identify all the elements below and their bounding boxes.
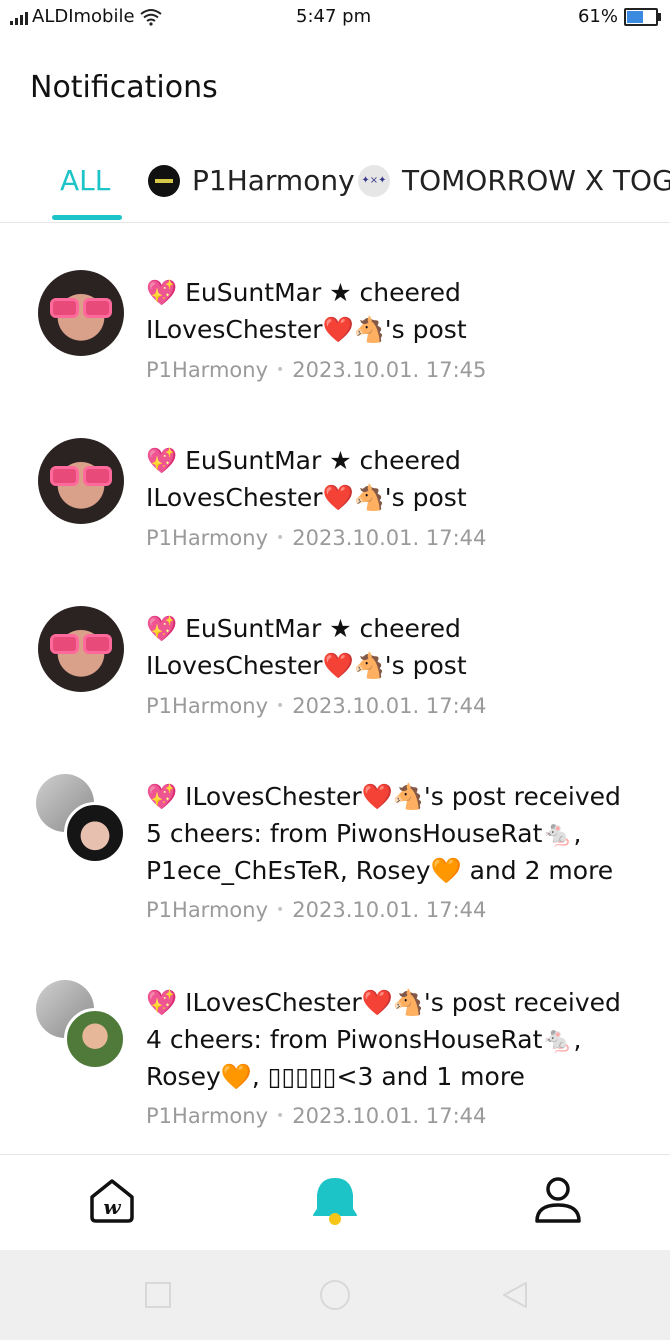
notification-timestamp: 2023.10.01. 17:44 xyxy=(292,1104,487,1128)
notification-timestamp: 2023.10.01. 17:45 xyxy=(292,358,487,382)
recent-apps-icon[interactable] xyxy=(143,1280,173,1310)
notification-source: P1Harmony xyxy=(146,898,268,922)
bell-icon xyxy=(313,1178,357,1225)
wifi-icon xyxy=(139,8,162,26)
separator-dot: • xyxy=(276,530,285,546)
notification-timestamp: 2023.10.01. 17:44 xyxy=(292,526,487,550)
notification-source: P1Harmony xyxy=(146,694,268,718)
tab-label: TOMORROW X TOG xyxy=(402,164,670,197)
avatar xyxy=(64,1008,126,1070)
clock: 5:47 pm xyxy=(296,6,372,27)
svg-text:w: w xyxy=(103,1195,121,1219)
notification-message: 💖 EuSuntMar ★ cheered ILovesChester❤️🐴's… xyxy=(146,278,469,344)
avatar xyxy=(64,802,126,864)
status-left: ALDImobile xyxy=(10,6,163,27)
notification-message: 💖 ILovesChester❤️🐴's post received 4 che… xyxy=(146,988,629,1091)
signal-icon xyxy=(10,9,28,25)
tab-label: ALL xyxy=(60,164,111,197)
notification-message: 💖 EuSuntMar ★ cheered ILovesChester❤️🐴's… xyxy=(146,614,469,680)
bottom-nav: w xyxy=(0,1154,670,1251)
separator-dot: • xyxy=(276,362,285,378)
weverse-home-icon: w xyxy=(90,1179,134,1223)
notification-source: P1Harmony xyxy=(146,526,268,550)
battery-percent: 61% xyxy=(577,6,618,27)
page-title: Notifications xyxy=(30,70,218,105)
battery-icon xyxy=(624,7,661,26)
separator-dot: • xyxy=(276,1108,285,1124)
avatar xyxy=(38,438,124,524)
home-button[interactable]: w xyxy=(86,1175,138,1227)
notification-message: 💖 ILovesChester❤️🐴's post received 5 che… xyxy=(146,782,629,885)
separator-dot: • xyxy=(276,902,285,918)
notification-meta: P1Harmony • 2023.10.01. 17:44 xyxy=(146,898,486,922)
home-key-icon[interactable] xyxy=(318,1278,352,1312)
notification-message: 💖 EuSuntMar ★ cheered ILovesChester❤️🐴's… xyxy=(146,446,469,512)
profile-icon xyxy=(535,1177,581,1223)
notification-source: P1Harmony xyxy=(146,1104,268,1128)
status-right: 61% xyxy=(577,6,661,27)
carrier-name: ALDImobile xyxy=(32,6,135,27)
tab-bar: ALL P1Harmony ✦×✦ TOMORROW X TOG xyxy=(0,150,670,223)
back-key-icon[interactable] xyxy=(500,1280,530,1310)
avatar-stack xyxy=(36,774,126,864)
p1harmony-logo-icon xyxy=(148,164,180,197)
notification-timestamp: 2023.10.01. 17:44 xyxy=(292,694,487,718)
status-bar: ALDImobile 5:47 pm 61% xyxy=(0,0,670,36)
separator-dot: • xyxy=(276,698,285,714)
notification-meta: P1Harmony • 2023.10.01. 17:45 xyxy=(146,358,486,382)
profile-button[interactable] xyxy=(532,1175,584,1227)
avatar xyxy=(38,270,124,356)
avatar-stack xyxy=(36,980,126,1070)
tab-p1harmony[interactable]: P1Harmony xyxy=(148,164,355,197)
notification-source: P1Harmony xyxy=(146,358,268,382)
notification-meta: P1Harmony • 2023.10.01. 17:44 xyxy=(146,526,486,550)
notification-meta: P1Harmony • 2023.10.01. 17:44 xyxy=(146,1104,486,1128)
tab-tomorrow-x-together[interactable]: ✦×✦ TOMORROW X TOG xyxy=(358,164,670,197)
tab-label: P1Harmony xyxy=(192,164,355,197)
system-navigation-bar xyxy=(0,1250,670,1340)
tab-all[interactable]: ALL xyxy=(60,164,110,197)
notification-timestamp: 2023.10.01. 17:44 xyxy=(292,898,487,922)
notification-meta: P1Harmony • 2023.10.01. 17:44 xyxy=(146,694,486,718)
notifications-button[interactable] xyxy=(309,1175,361,1227)
active-tab-indicator xyxy=(52,215,122,220)
avatar xyxy=(38,606,124,692)
txt-logo-icon: ✦×✦ xyxy=(358,164,390,197)
